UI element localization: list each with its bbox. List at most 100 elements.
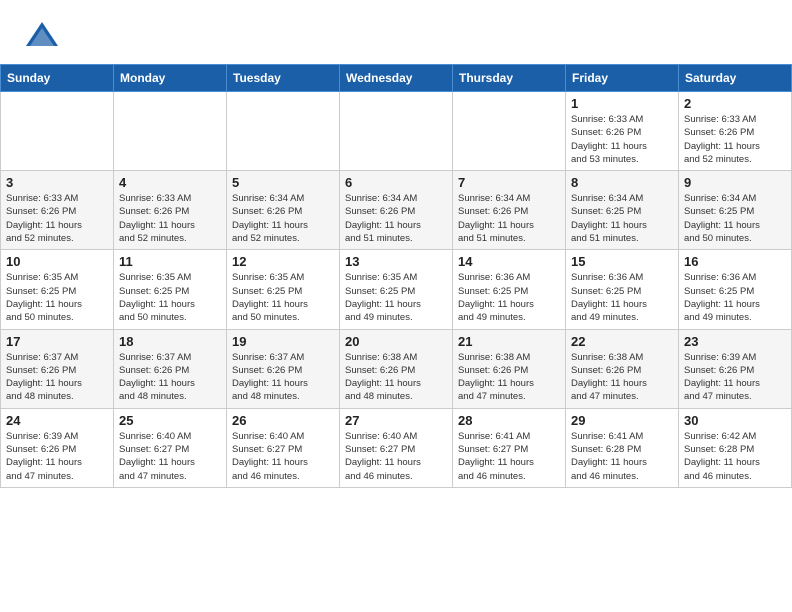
calendar-week-row: 24Sunrise: 6:39 AM Sunset: 6:26 PM Dayli… xyxy=(1,408,792,487)
weekday-row: SundayMondayTuesdayWednesdayThursdayFrid… xyxy=(1,65,792,92)
day-info: Sunrise: 6:35 AM Sunset: 6:25 PM Dayligh… xyxy=(345,271,447,324)
calendar-day-cell xyxy=(340,92,453,171)
day-info: Sunrise: 6:35 AM Sunset: 6:25 PM Dayligh… xyxy=(119,271,221,324)
day-number: 25 xyxy=(119,413,221,428)
calendar-day-cell: 29 Sunrise: 6:41 AM Sunset: 6:28 PM Dayli… xyxy=(566,408,679,487)
calendar-day-cell: 30 Sunrise: 6:42 AM Sunset: 6:28 PM Dayli… xyxy=(679,408,792,487)
calendar-day-cell: 5 Sunrise: 6:34 AM Sunset: 6:26 PM Daylig… xyxy=(227,171,340,250)
calendar-week-row: 10 Sunrise: 6:35 AM Sunset: 6:25 PM Dayli… xyxy=(1,250,792,329)
calendar-day-cell: 19Sunrise: 6:37 AM Sunset: 6:26 PM Dayli… xyxy=(227,329,340,408)
weekday-header: Thursday xyxy=(453,65,566,92)
day-info: Sunrise: 6:36 AM Sunset: 6:25 PM Dayligh… xyxy=(684,271,786,324)
day-info: Sunrise: 6:39 AM Sunset: 6:26 PM Dayligh… xyxy=(684,351,786,404)
day-number: 2 xyxy=(684,96,786,111)
weekday-header: Friday xyxy=(566,65,679,92)
day-info: Sunrise: 6:40 AM Sunset: 6:27 PM Dayligh… xyxy=(345,430,447,483)
day-number: 11 xyxy=(119,254,221,269)
calendar-day-cell: 16 Sunrise: 6:36 AM Sunset: 6:25 PM Dayli… xyxy=(679,250,792,329)
day-info: Sunrise: 6:34 AM Sunset: 6:25 PM Dayligh… xyxy=(684,192,786,245)
calendar-day-cell: 21Sunrise: 6:38 AM Sunset: 6:26 PM Dayli… xyxy=(453,329,566,408)
calendar-week-row: 17 Sunrise: 6:37 AM Sunset: 6:26 PM Dayli… xyxy=(1,329,792,408)
day-info: Sunrise: 6:36 AM Sunset: 6:25 PM Dayligh… xyxy=(458,271,560,324)
day-number: 4 xyxy=(119,175,221,190)
day-number: 13 xyxy=(345,254,447,269)
calendar-day-cell xyxy=(114,92,227,171)
day-info: Sunrise: 6:40 AM Sunset: 6:27 PM Dayligh… xyxy=(119,430,221,483)
day-number: 16 xyxy=(684,254,786,269)
day-number: 21 xyxy=(458,334,560,349)
calendar-day-cell xyxy=(227,92,340,171)
day-number: 26 xyxy=(232,413,334,428)
day-number: 19 xyxy=(232,334,334,349)
day-number: 18 xyxy=(119,334,221,349)
day-number: 7 xyxy=(458,175,560,190)
logo xyxy=(24,18,64,54)
day-number: 22 xyxy=(571,334,673,349)
calendar-day-cell: 12 Sunrise: 6:35 AM Sunset: 6:25 PM Dayli… xyxy=(227,250,340,329)
page: SundayMondayTuesdayWednesdayThursdayFrid… xyxy=(0,0,792,612)
calendar-day-cell: 22 Sunrise: 6:38 AM Sunset: 6:26 PM Dayli… xyxy=(566,329,679,408)
day-info: Sunrise: 6:33 AM Sunset: 6:26 PM Dayligh… xyxy=(119,192,221,245)
calendar-day-cell: 26 Sunrise: 6:40 AM Sunset: 6:27 PM Dayli… xyxy=(227,408,340,487)
calendar-day-cell: 17 Sunrise: 6:37 AM Sunset: 6:26 PM Dayli… xyxy=(1,329,114,408)
day-number: 9 xyxy=(684,175,786,190)
weekday-header: Saturday xyxy=(679,65,792,92)
calendar-header: SundayMondayTuesdayWednesdayThursdayFrid… xyxy=(1,65,792,92)
calendar-day-cell: 3Sunrise: 6:33 AM Sunset: 6:26 PM Daylig… xyxy=(1,171,114,250)
day-number: 12 xyxy=(232,254,334,269)
day-info: Sunrise: 6:40 AM Sunset: 6:27 PM Dayligh… xyxy=(232,430,334,483)
calendar-day-cell: 7 Sunrise: 6:34 AM Sunset: 6:26 PM Daylig… xyxy=(453,171,566,250)
day-number: 24 xyxy=(6,413,108,428)
day-number: 8 xyxy=(571,175,673,190)
day-info: Sunrise: 6:34 AM Sunset: 6:26 PM Dayligh… xyxy=(232,192,334,245)
day-info: Sunrise: 6:37 AM Sunset: 6:26 PM Dayligh… xyxy=(119,351,221,404)
calendar-day-cell xyxy=(1,92,114,171)
day-info: Sunrise: 6:34 AM Sunset: 6:26 PM Dayligh… xyxy=(345,192,447,245)
calendar-day-cell: 20Sunrise: 6:38 AM Sunset: 6:26 PM Dayli… xyxy=(340,329,453,408)
calendar-day-cell: 10 Sunrise: 6:35 AM Sunset: 6:25 PM Dayli… xyxy=(1,250,114,329)
weekday-header: Monday xyxy=(114,65,227,92)
day-number: 3 xyxy=(6,175,108,190)
day-number: 28 xyxy=(458,413,560,428)
calendar-day-cell: 8Sunrise: 6:34 AM Sunset: 6:25 PM Daylig… xyxy=(566,171,679,250)
calendar-day-cell: 18 Sunrise: 6:37 AM Sunset: 6:26 PM Dayli… xyxy=(114,329,227,408)
calendar-day-cell: 6 Sunrise: 6:34 AM Sunset: 6:26 PM Daylig… xyxy=(340,171,453,250)
day-number: 6 xyxy=(345,175,447,190)
day-number: 14 xyxy=(458,254,560,269)
weekday-header: Wednesday xyxy=(340,65,453,92)
day-number: 23 xyxy=(684,334,786,349)
calendar-day-cell: 23 Sunrise: 6:39 AM Sunset: 6:26 PM Dayli… xyxy=(679,329,792,408)
day-info: Sunrise: 6:34 AM Sunset: 6:26 PM Dayligh… xyxy=(458,192,560,245)
calendar: SundayMondayTuesdayWednesdayThursdayFrid… xyxy=(0,64,792,488)
calendar-day-cell: 28 Sunrise: 6:41 AM Sunset: 6:27 PM Dayli… xyxy=(453,408,566,487)
day-number: 5 xyxy=(232,175,334,190)
day-info: Sunrise: 6:42 AM Sunset: 6:28 PM Dayligh… xyxy=(684,430,786,483)
calendar-day-cell: 11 Sunrise: 6:35 AM Sunset: 6:25 PM Dayli… xyxy=(114,250,227,329)
day-info: Sunrise: 6:33 AM Sunset: 6:26 PM Dayligh… xyxy=(684,113,786,166)
calendar-week-row: 3 Sunrise: 6:33 AM Sunset: 6:26 PM Daylig… xyxy=(1,171,792,250)
calendar-body: 1Sunrise: 6:33 AM Sunset: 6:26 PM Daylig… xyxy=(1,92,792,488)
calendar-day-cell: 25 Sunrise: 6:40 AM Sunset: 6:27 PM Dayli… xyxy=(114,408,227,487)
day-number: 29 xyxy=(571,413,673,428)
calendar-day-cell: 14 Sunrise: 6:36 AM Sunset: 6:25 PM Dayli… xyxy=(453,250,566,329)
day-number: 17 xyxy=(6,334,108,349)
day-info: Sunrise: 6:37 AM Sunset: 6:26 PM Dayligh… xyxy=(6,351,108,404)
day-number: 15 xyxy=(571,254,673,269)
day-info: Sunrise: 6:33 AM Sunset: 6:26 PM Dayligh… xyxy=(571,113,673,166)
calendar-day-cell: 24Sunrise: 6:39 AM Sunset: 6:26 PM Dayli… xyxy=(1,408,114,487)
calendar-day-cell: 27 Sunrise: 6:40 AM Sunset: 6:27 PM Dayli… xyxy=(340,408,453,487)
day-info: Sunrise: 6:35 AM Sunset: 6:25 PM Dayligh… xyxy=(232,271,334,324)
calendar-day-cell: 1Sunrise: 6:33 AM Sunset: 6:26 PM Daylig… xyxy=(566,92,679,171)
day-info: Sunrise: 6:38 AM Sunset: 6:26 PM Dayligh… xyxy=(571,351,673,404)
day-number: 27 xyxy=(345,413,447,428)
day-info: Sunrise: 6:35 AM Sunset: 6:25 PM Dayligh… xyxy=(6,271,108,324)
calendar-day-cell xyxy=(453,92,566,171)
day-number: 30 xyxy=(684,413,786,428)
calendar-day-cell: 4 Sunrise: 6:33 AM Sunset: 6:26 PM Daylig… xyxy=(114,171,227,250)
calendar-day-cell: 15Sunrise: 6:36 AM Sunset: 6:25 PM Dayli… xyxy=(566,250,679,329)
day-info: Sunrise: 6:41 AM Sunset: 6:28 PM Dayligh… xyxy=(571,430,673,483)
calendar-day-cell: 13 Sunrise: 6:35 AM Sunset: 6:25 PM Dayli… xyxy=(340,250,453,329)
day-info: Sunrise: 6:41 AM Sunset: 6:27 PM Dayligh… xyxy=(458,430,560,483)
weekday-header: Sunday xyxy=(1,65,114,92)
day-number: 10 xyxy=(6,254,108,269)
